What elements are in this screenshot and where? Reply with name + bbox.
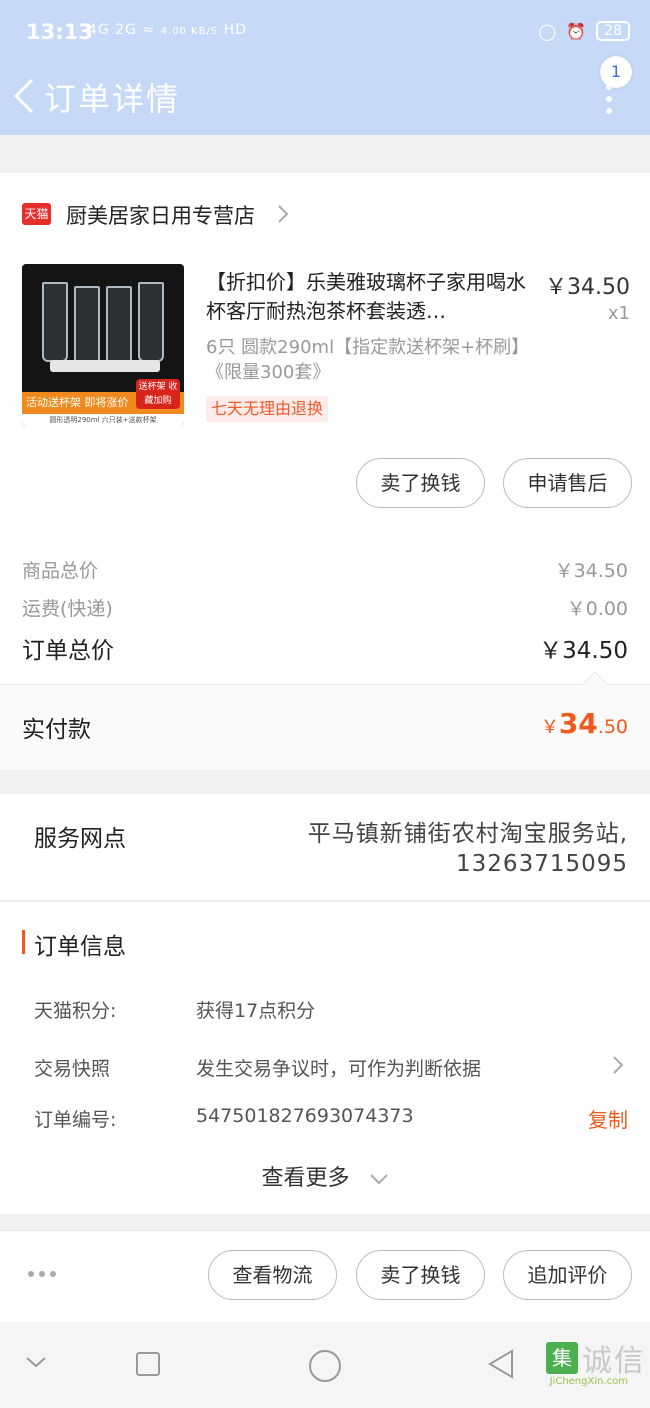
shipping-value: ￥0.00 (566, 598, 628, 620)
image-tag: 送杯架 收藏加购 (136, 379, 180, 409)
home-icon[interactable] (307, 1348, 343, 1384)
aftersale-button[interactable]: 申请售后 (503, 458, 632, 508)
copy-button[interactable]: 复制 (588, 1104, 628, 1133)
add-review-button[interactable]: 追加评价 (503, 1250, 632, 1300)
alarm-icon: ⏰ (566, 21, 587, 41)
status-time: 13:13 (26, 20, 93, 44)
view-logistics-button[interactable]: 查看物流 (208, 1250, 337, 1300)
order-no-label: 订单编号: (34, 1109, 117, 1131)
tmall-icon: 天猫 (22, 203, 51, 225)
product-price: ￥34.50 (545, 275, 630, 300)
glass-shape (106, 286, 132, 366)
battery-icon: 28 (596, 21, 630, 41)
snapshot-value[interactable]: 发生交易争议时，可作为判断依据 (196, 1054, 481, 1081)
recent-apps-icon[interactable] (134, 1350, 162, 1378)
hd-icon: HD (223, 22, 247, 38)
back-nav-icon[interactable] (486, 1348, 516, 1380)
watermark: 集 诚信 JiChengXin.com (546, 1336, 646, 1387)
paid-integer: 34 (558, 707, 598, 740)
order-card: 天猫 厨美居家日用专营店 活动送杯架 即将涨价 送杯架 收藏加购 圆形透明290… (0, 173, 650, 684)
goods-total-value: ￥34.50 (554, 560, 628, 582)
service-label: 服务网点 (34, 826, 126, 852)
rack-shape (50, 360, 160, 372)
shop-name[interactable]: 厨美居家日用专营店 (66, 200, 255, 230)
watermark-url: JiChengXin.com (549, 1376, 628, 1387)
service-phone[interactable]: 13263715095 (308, 849, 628, 879)
section-accent-bar (22, 930, 25, 954)
back-icon[interactable] (10, 74, 42, 118)
glass-shape (138, 282, 164, 362)
lock-icon: ◯ (538, 21, 557, 41)
paid-symbol: ￥ (540, 717, 559, 738)
order-info-heading: 订单信息 (34, 934, 126, 960)
product-sku: 6只 圆款290ml【指定款送杯架+杯刷】《限量300套》 (206, 337, 530, 383)
glass-shape (74, 286, 100, 366)
sell-button-bottom[interactable]: 卖了换钱 (356, 1250, 485, 1300)
order-no-value: 547501827693074373 (196, 1105, 414, 1127)
page-title: 订单详情 (44, 80, 181, 118)
points-label: 天猫积分: (34, 1000, 117, 1022)
service-name: 平马镇新铺街农村淘宝服务站, (307, 821, 628, 847)
paid-label: 实付款 (22, 717, 91, 743)
chevron-down-icon[interactable] (24, 1354, 48, 1370)
wifi-icon: ≈ (142, 22, 156, 38)
sell-button[interactable]: 卖了换钱 (356, 458, 485, 508)
order-total-value: ￥34.50 (539, 638, 628, 664)
service-value: 平马镇新铺街农村淘宝服务站, 13263715095 (308, 819, 628, 879)
image-foot: 圆形透明290ml 六只装+送款杯架 (22, 414, 184, 426)
return-policy-tag: 七天无理由退换 (206, 396, 329, 422)
product-image[interactable]: 活动送杯架 即将涨价 送杯架 收藏加购 圆形透明290ml 六只装+送款杯架 (22, 264, 184, 426)
product-title[interactable]: 【折扣价】乐美雅玻璃杯子家用喝水杯客厅耐热泡茶杯套装透… (206, 268, 530, 326)
signal-text: 4G 2G (88, 22, 137, 38)
chevron-down-icon (369, 1174, 388, 1185)
order-total-label: 订单总价 (22, 638, 114, 664)
watermark-logo: 集 (546, 1342, 578, 1374)
service-section: 服务网点 平马镇新铺街农村淘宝服务站, 13263715095 (0, 794, 650, 900)
signal-icon: 4G 2G ≈ 4.00 KB/S HD (88, 22, 247, 38)
view-more-button[interactable]: 查看更多 (0, 1160, 650, 1192)
message-badge[interactable]: 1 (600, 56, 632, 88)
more-menu-icon[interactable] (606, 84, 614, 114)
paid-amount: ￥34.50 (541, 707, 628, 740)
order-info-section: 订单信息 天猫积分: 获得17点积分 交易快照 发生交易争议时，可作为判断依据 … (0, 901, 650, 1214)
watermark-text: 诚信 (582, 1344, 646, 1379)
view-more-label: 查看更多 (261, 1166, 350, 1191)
chevron-right-icon[interactable] (612, 1054, 624, 1076)
shipping-label: 运费(快递) (22, 598, 113, 620)
action-bar: 查看物流 卖了换钱 追加评价 (0, 1230, 650, 1322)
status-bar: 13:13 4G 2G ≈ 4.00 KB/S HD ◯ ⏰ 28 (0, 0, 650, 64)
net-speed: 4.00 KB/S (160, 26, 219, 37)
points-value: 获得17点积分 (196, 1000, 316, 1022)
status-right: ◯ ⏰ 28 (538, 21, 630, 41)
goods-total-label: 商品总价 (22, 560, 99, 582)
more-actions-icon[interactable] (28, 1271, 56, 1277)
paid-decimal: .50 (597, 716, 628, 738)
paid-section: 实付款 ￥34.50 (0, 671, 650, 770)
glass-shape (42, 282, 68, 362)
product-quantity: x1 (607, 303, 630, 324)
nav-bar: 订单详情 1 (0, 56, 650, 135)
snapshot-label[interactable]: 交易快照 (34, 1054, 110, 1081)
chevron-right-icon[interactable] (276, 203, 290, 225)
